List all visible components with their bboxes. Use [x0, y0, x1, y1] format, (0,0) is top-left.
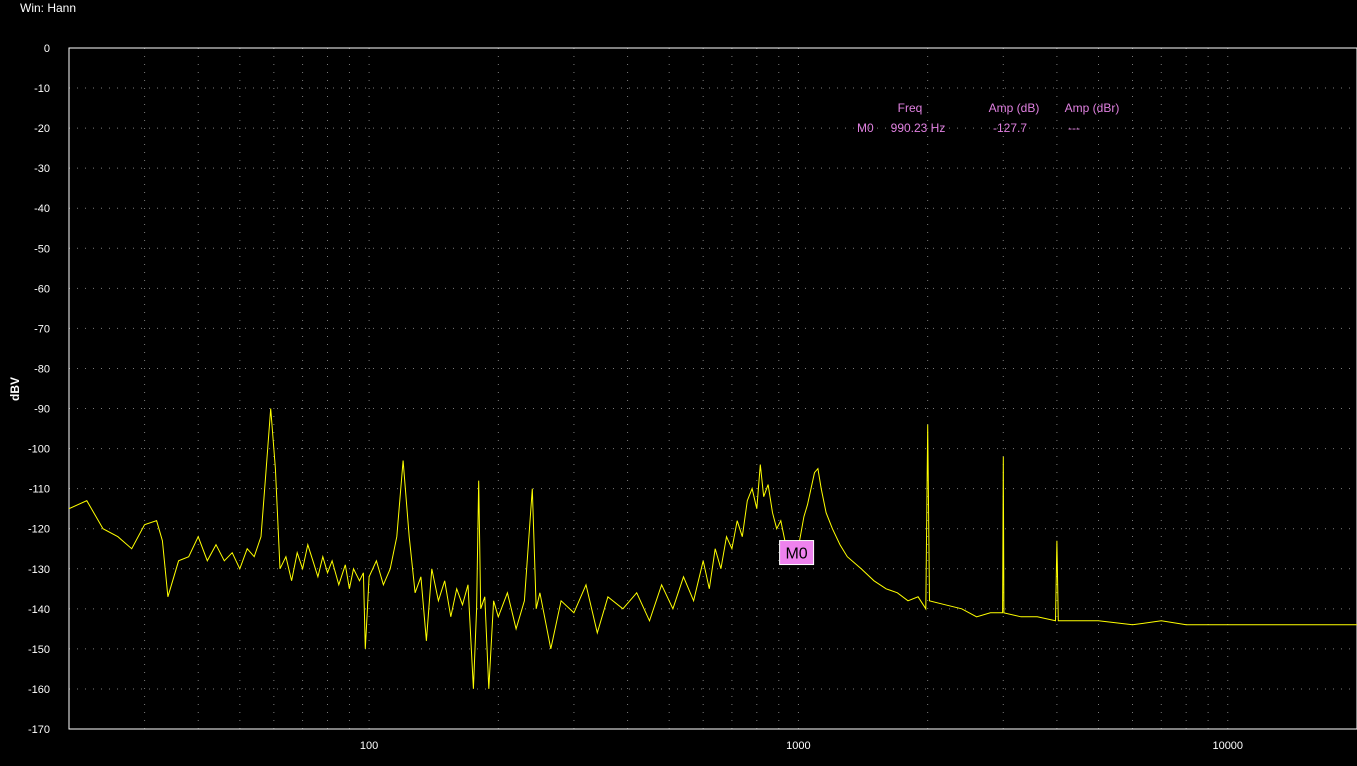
- marker-label: M0: [785, 546, 807, 563]
- readout-amp-db-value: -127.7: [993, 121, 1027, 135]
- plot-frame: [68, 47, 1357, 730]
- analyzer-window: Win: Hann 0 -10 -20 -30 -40 -50 -60 -70 -80 -90 -1…: [0, 0, 1357, 766]
- y-tick-label: -150: [28, 644, 50, 656]
- y-tick-label: -130: [28, 564, 50, 576]
- readout-header-amp-db: Amp (dB): [989, 101, 1040, 115]
- y-tick-label: -50: [34, 243, 50, 255]
- y-tick-label: -60: [34, 283, 50, 295]
- y-tick-label: -20: [34, 123, 50, 135]
- readout-marker-name: M0: [857, 121, 874, 135]
- x-tick-label: 1000: [786, 740, 810, 752]
- y-tick-label: -40: [34, 203, 50, 215]
- y-axis-ticks: 0 -10 -20 -30 -40 -50 -60 -70 -80 -90 -100 -110 -120…: [28, 43, 50, 736]
- marker-m0[interactable]: M0: [779, 540, 815, 566]
- y-tick-label: -10: [34, 83, 50, 95]
- y-tick-label: -160: [28, 684, 50, 696]
- readout-header-freq: Freq: [898, 101, 923, 115]
- x-tick-label: 10000: [1212, 740, 1243, 752]
- y-tick-label: -30: [34, 163, 50, 175]
- y-tick-label: -80: [34, 363, 50, 375]
- readout-header-amp-dbr: Amp (dBr): [1065, 101, 1120, 115]
- y-tick-label: -170: [28, 724, 50, 736]
- x-tick-label: 100: [360, 740, 378, 752]
- y-tick-label: -110: [29, 484, 50, 496]
- marker-readout-table: Freq Amp (dB) Amp (dBr) M0 990.23 Hz -12…: [857, 101, 1119, 135]
- trace-layer: [69, 408, 1357, 689]
- y-tick-label: 0: [44, 43, 50, 55]
- y-tick-label: -90: [34, 404, 50, 416]
- readout-amp-dbr-value: ---: [1068, 121, 1080, 135]
- readout-freq-value: 990.23 Hz: [891, 121, 946, 135]
- y-tick-label: -140: [28, 604, 50, 616]
- x-axis-ticks: 100 1000 10000: [360, 740, 1243, 752]
- spectrum-trace: [69, 408, 1357, 689]
- y-tick-label: -70: [34, 323, 50, 335]
- y-tick-label: -100: [28, 444, 50, 456]
- marker-layer[interactable]: M0: [779, 540, 815, 566]
- y-tick-label: -120: [28, 524, 50, 536]
- grid: [69, 48, 1357, 729]
- y-axis-label: dBV: [8, 377, 22, 401]
- spectrum-chart[interactable]: 0 -10 -20 -30 -40 -50 -60 -70 -80 -90 -100 -110 -120…: [0, 0, 1357, 766]
